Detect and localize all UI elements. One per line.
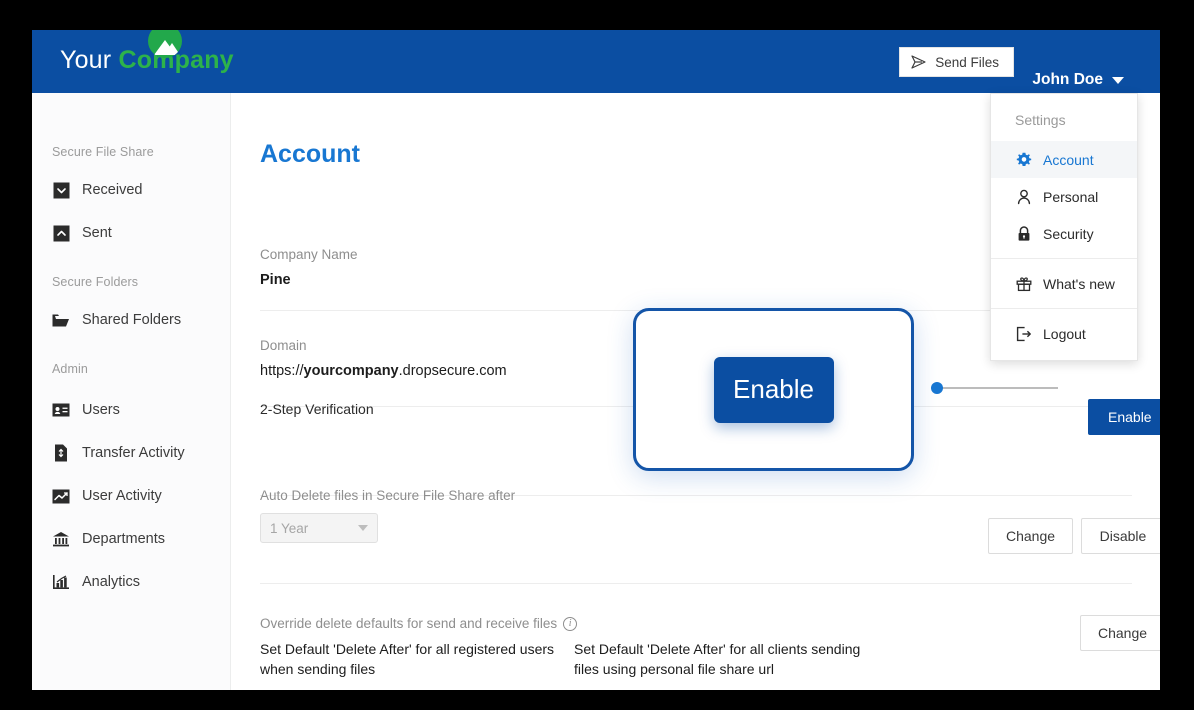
callout-enable-label: Enable (733, 374, 814, 405)
auto-delete-select[interactable]: 1 Year (260, 513, 378, 543)
dropdown-item-account[interactable]: Account (991, 141, 1137, 178)
two-step-enable-button[interactable]: Enable (1088, 399, 1160, 435)
sidebar-item-label: Departments (82, 531, 165, 547)
user-name-label: John Doe (1032, 71, 1103, 89)
send-files-label: Send Files (935, 55, 999, 70)
override-column-registered-users: Set Default 'Delete After' for all regis… (260, 639, 560, 680)
inbox-down-icon (52, 181, 70, 199)
send-plane-icon (911, 55, 927, 69)
dropdown-item-security[interactable]: Security (991, 215, 1137, 252)
dropdown-item-logout[interactable]: Logout (991, 315, 1137, 352)
highlight-callout: Enable (633, 308, 914, 471)
sidebar-item-shared-folders[interactable]: Shared Folders (52, 305, 230, 335)
dropdown-item-label: Personal (1043, 189, 1098, 205)
transfer-doc-icon (52, 444, 70, 462)
sidebar-item-received[interactable]: Received (52, 175, 230, 205)
brand-logo: Your Company (60, 46, 234, 75)
sidebar-item-transfer-activity[interactable]: Transfer Activity (52, 438, 230, 468)
callout-connector-line (936, 387, 1058, 389)
send-files-button[interactable]: Send Files (899, 47, 1014, 77)
divider (260, 583, 1132, 584)
trend-chart-icon (52, 487, 70, 505)
dropdown-item-personal[interactable]: Personal (991, 178, 1137, 215)
page-title: Account (260, 140, 360, 169)
folder-icon (52, 311, 70, 329)
user-dropdown-menu: Settings Account Personal (990, 93, 1138, 361)
dropdown-item-label: Account (1043, 152, 1094, 168)
sidebar: Secure File Share Received Sent Secure F… (32, 93, 231, 690)
sidebar-item-sent[interactable]: Sent (52, 218, 230, 248)
chevron-down-icon (1112, 77, 1124, 84)
auto-delete-change-button[interactable]: Change (988, 518, 1073, 554)
override-change-button[interactable]: Change (1080, 615, 1160, 651)
dropdown-separator (991, 258, 1137, 259)
sidebar-item-label: Transfer Activity (82, 445, 185, 461)
id-card-icon (52, 401, 70, 419)
sidebar-item-label: Received (82, 182, 142, 198)
callout-enable-button[interactable]: Enable (714, 357, 834, 423)
dropdown-item-label: What's new (1043, 276, 1115, 292)
auto-delete-disable-label: Disable (1100, 528, 1147, 544)
bar-chart-icon (52, 573, 70, 591)
auto-delete-label: Auto Delete files in Secure File Share a… (260, 488, 1132, 503)
override-change-label: Change (1098, 625, 1147, 641)
dropdown-item-label: Security (1043, 226, 1094, 242)
domain-subdomain: yourcompany (304, 363, 399, 379)
sidebar-item-label: User Activity (82, 488, 162, 504)
callout-connector-dot (931, 382, 943, 394)
top-header: Your Company Send Files John Doe (32, 30, 1160, 93)
brand-text-first: Your (60, 46, 118, 74)
logout-icon (1015, 325, 1032, 342)
sidebar-item-label: Sent (82, 225, 112, 241)
sidebar-item-label: Shared Folders (82, 312, 181, 328)
sidebar-item-departments[interactable]: Departments (52, 524, 230, 554)
gift-icon (1015, 275, 1032, 292)
sidebar-group-title-secure-file-share: Secure File Share (52, 145, 230, 159)
app-window: Your Company Send Files John Doe Secure … (32, 30, 1160, 690)
sidebar-item-users[interactable]: Users (52, 395, 230, 425)
dropdown-heading: Settings (991, 99, 1137, 141)
lock-icon (1015, 225, 1032, 242)
person-icon (1015, 188, 1032, 205)
domain-prefix: https:// (260, 363, 304, 379)
mountain-peak-right-icon (164, 43, 180, 55)
override-delete-defaults-row: Override delete defaults for send and re… (260, 616, 1132, 680)
sidebar-item-user-activity[interactable]: User Activity (52, 481, 230, 511)
user-menu-button[interactable]: John Doe (1032, 71, 1124, 89)
sidebar-group-title-admin: Admin (52, 362, 230, 376)
info-icon[interactable]: i (563, 617, 577, 631)
gear-icon (1015, 151, 1032, 168)
chevron-down-icon (358, 525, 368, 531)
sidebar-group-title-secure-folders: Secure Folders (52, 275, 230, 289)
sidebar-item-label: Users (82, 402, 120, 418)
sidebar-item-label: Analytics (82, 574, 140, 590)
domain-suffix: .dropsecure.com (399, 363, 507, 379)
auto-delete-change-label: Change (1006, 528, 1055, 544)
override-columns: Set Default 'Delete After' for all regis… (260, 639, 1132, 680)
override-note: Override delete defaults for send and re… (260, 616, 1132, 631)
two-step-enable-label: Enable (1088, 399, 1160, 435)
dropdown-item-label: Logout (1043, 326, 1086, 342)
auto-delete-disable-button[interactable]: Disable (1081, 518, 1160, 554)
mountain-logo-icon (148, 30, 182, 58)
bank-icon (52, 530, 70, 548)
dropdown-separator (991, 308, 1137, 309)
sidebar-item-analytics[interactable]: Analytics (52, 567, 230, 597)
auto-delete-selected-value: 1 Year (270, 521, 308, 536)
outbox-up-icon (52, 224, 70, 242)
override-note-label: Override delete defaults for send and re… (260, 616, 557, 631)
override-column-personal-url: Set Default 'Delete After' for all clien… (574, 639, 874, 680)
dropdown-item-whats-new[interactable]: What's new (991, 265, 1137, 302)
